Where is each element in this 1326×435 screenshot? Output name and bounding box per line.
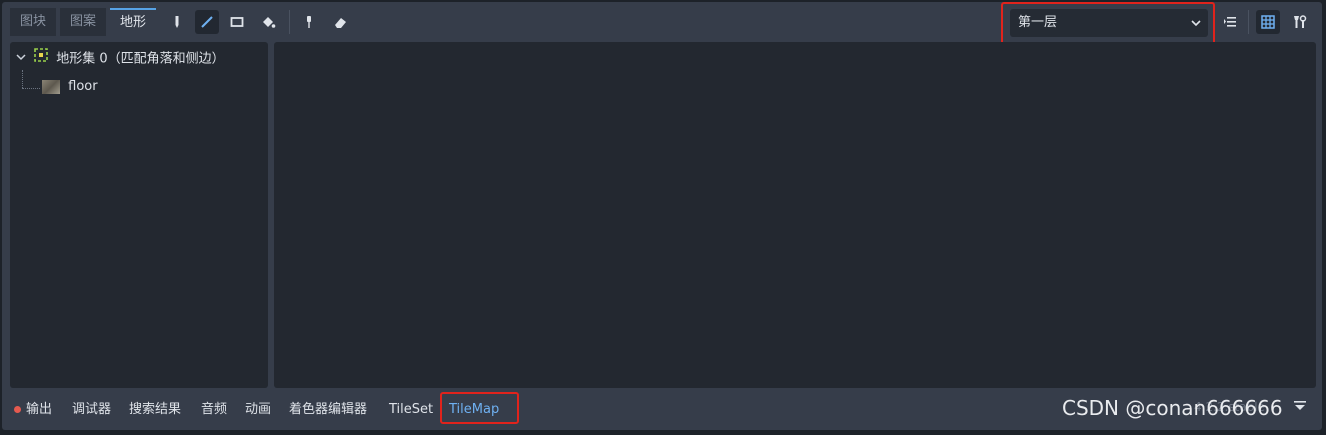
rectangle-icon bbox=[230, 17, 244, 27]
top-toolbar: 图块 图案 地形 第一层 bbox=[2, 2, 1322, 58]
bottom-tab-tileset[interactable]: TileSet bbox=[389, 400, 433, 420]
bottom-tab-output[interactable]: 输出 bbox=[14, 400, 52, 420]
terrain-item-row[interactable]: floor bbox=[42, 76, 98, 98]
rectangle-tool-button[interactable] bbox=[225, 10, 249, 34]
select-icon bbox=[175, 16, 179, 28]
select-tool-button[interactable] bbox=[165, 10, 189, 34]
layers-list-button[interactable] bbox=[1218, 10, 1242, 34]
eraser-tool-button[interactable] bbox=[328, 10, 352, 34]
bottom-tab-output-label: 输出 bbox=[26, 402, 53, 417]
tab-terrains[interactable]: 地形 bbox=[110, 8, 157, 36]
tools-settings-button[interactable] bbox=[1288, 10, 1312, 34]
tilemap-tab-highlight bbox=[440, 392, 519, 424]
output-status-dot bbox=[14, 406, 21, 413]
bucket-icon bbox=[262, 16, 275, 28]
picker-tool-button[interactable] bbox=[297, 10, 321, 34]
grid-toggle-button[interactable] bbox=[1256, 10, 1280, 34]
floor-thumbnail-icon bbox=[42, 79, 60, 94]
toolbar-divider bbox=[289, 10, 290, 34]
watermark: CSDN @conan666666 bbox=[1062, 396, 1283, 420]
tilemap-editor-panel: 图块 图案 地形 第一层 地形集 0（匹配角落和侧边） floor 输出 调试器… bbox=[2, 2, 1322, 430]
chevron-down-icon[interactable] bbox=[16, 48, 30, 70]
picker-icon bbox=[307, 16, 311, 28]
bottom-tab-debugger[interactable]: 调试器 bbox=[72, 400, 111, 420]
tab-patterns[interactable]: 图案 bbox=[60, 8, 107, 36]
tab-tiles[interactable]: 图块 bbox=[10, 8, 57, 36]
terrain-tree: 地形集 0（匹配角落和侧边） floor bbox=[10, 42, 268, 388]
tree-connector bbox=[22, 70, 24, 88]
bottom-tab-animation[interactable]: 动画 bbox=[245, 400, 271, 420]
tools-icon bbox=[1294, 15, 1307, 28]
terrain-set-icon bbox=[34, 48, 52, 70]
bottom-tab-audio[interactable]: 音频 bbox=[201, 400, 227, 420]
terrain-set-label: 地形集 0（匹配角落和侧边） bbox=[56, 51, 225, 67]
tile-canvas[interactable] bbox=[274, 42, 1316, 388]
terrain-item-label: floor bbox=[68, 79, 98, 94]
bucket-tool-button[interactable] bbox=[256, 10, 280, 34]
line-icon bbox=[201, 16, 213, 28]
tree-connector-horizontal bbox=[22, 88, 40, 90]
collapse-icon bbox=[1294, 401, 1306, 410]
eraser-icon bbox=[334, 17, 346, 28]
line-tool-button[interactable] bbox=[195, 10, 219, 34]
bottom-tab-search-results[interactable]: 搜索结果 bbox=[129, 400, 181, 420]
list-icon bbox=[1224, 17, 1236, 27]
grid-icon bbox=[1261, 15, 1275, 29]
toolbar-divider-right bbox=[1248, 10, 1249, 34]
collapse-panel-button[interactable] bbox=[1292, 398, 1308, 414]
bottom-tab-shader-editor[interactable]: 着色器编辑器 bbox=[289, 400, 367, 420]
terrain-set-row[interactable]: 地形集 0（匹配角落和侧边） bbox=[16, 48, 225, 70]
